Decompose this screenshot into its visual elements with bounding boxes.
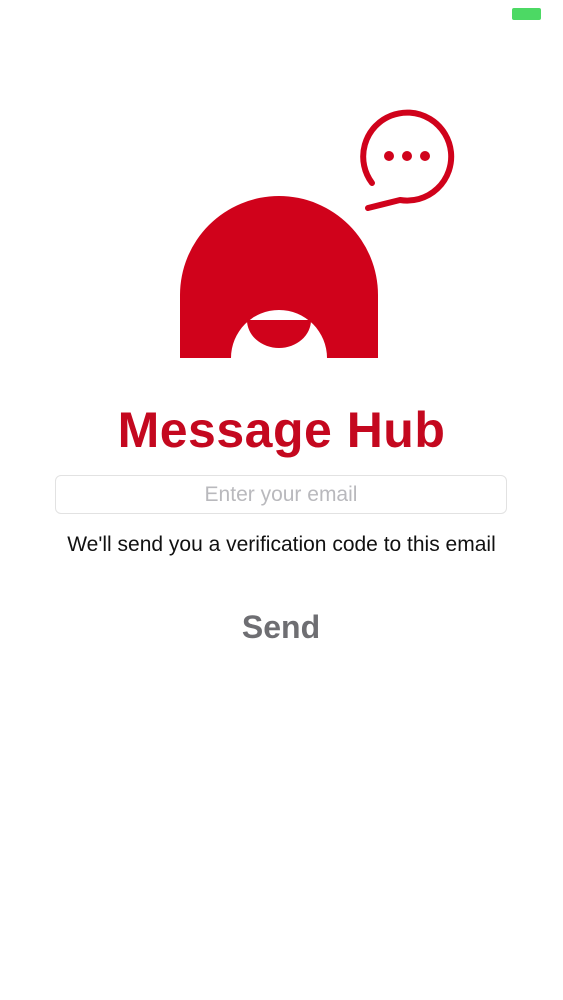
message-hub-logo-icon [180,109,455,358]
chat-bubble-ellipsis-icon [360,109,455,211]
logo-mouth [247,320,311,348]
verification-hint-text: We'll send you a verification code to th… [67,533,496,556]
email-input[interactable] [55,475,507,514]
send-button[interactable]: Send [181,604,381,650]
status-bar [0,0,563,28]
battery-icon [512,8,541,20]
app-title: Message Hub [117,402,446,458]
